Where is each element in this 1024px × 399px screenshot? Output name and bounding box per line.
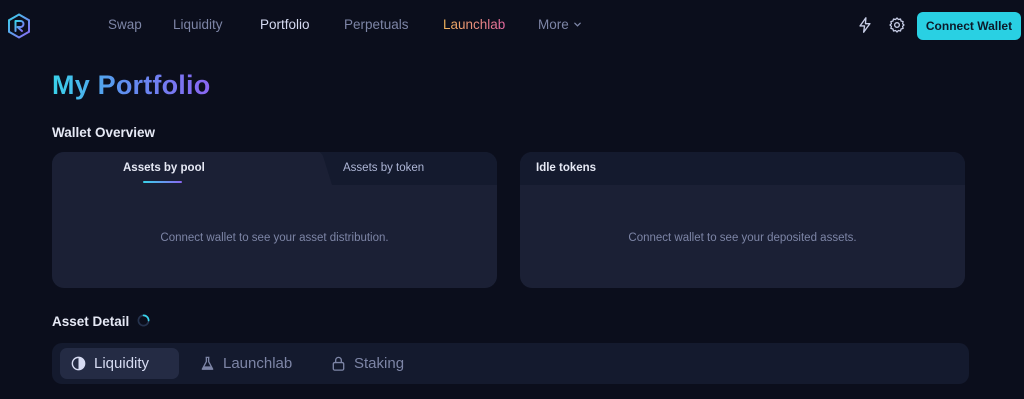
- nav-portfolio[interactable]: Portfolio: [260, 17, 310, 32]
- liquidity-icon: [71, 356, 86, 371]
- assets-empty-message: Connect wallet to see your asset distrib…: [160, 232, 389, 244]
- tab-launchlab-label: Launchlab: [223, 355, 293, 372]
- chevron-down-icon: [573, 22, 581, 27]
- asset-detail-title: Asset Detail: [52, 314, 130, 329]
- lock-icon: [332, 356, 345, 371]
- active-tab-indicator: [143, 181, 182, 183]
- wallet-overview-title: Wallet Overview: [52, 125, 156, 140]
- idle-tokens-title: Idle tokens: [536, 162, 597, 174]
- nav-more-label: More: [538, 17, 569, 32]
- portfolio-page: Swap Liquidity Portfolio Perpetuals Laun…: [0, 0, 1024, 399]
- tab-liquidity-label: Liquidity: [94, 355, 150, 372]
- lightning-icon[interactable]: [855, 15, 875, 35]
- nav-liquidity[interactable]: Liquidity: [173, 17, 223, 32]
- loading-spinner-icon: [137, 314, 150, 327]
- asset-detail-tabs: Liquidity Launchlab Staking: [52, 343, 969, 384]
- tab-liquidity[interactable]: Liquidity: [60, 348, 179, 379]
- tab-assets-by-token[interactable]: Assets by token: [343, 162, 424, 174]
- assets-card: Assets by pool Assets by token Connect w…: [52, 152, 497, 288]
- idle-empty-message: Connect wallet to see your deposited ass…: [628, 232, 857, 244]
- logo-icon[interactable]: [6, 13, 32, 39]
- nav-more[interactable]: More: [538, 17, 582, 32]
- tab-staking-label: Staking: [354, 355, 405, 372]
- nav-swap[interactable]: Swap: [108, 17, 142, 32]
- idle-tokens-header: Idle tokens: [520, 152, 965, 185]
- gear-icon[interactable]: [887, 15, 907, 35]
- tab-launchlab[interactable]: Launchlab: [189, 348, 302, 379]
- page-title: My Portfolio: [52, 70, 211, 100]
- connect-wallet-button[interactable]: Connect Wallet: [917, 12, 1021, 40]
- flask-icon: [201, 356, 214, 370]
- tab-assets-by-pool[interactable]: Assets by pool: [123, 162, 205, 174]
- active-tab-slant: [312, 152, 332, 185]
- nav-launchlab[interactable]: Launchlab: [443, 17, 505, 32]
- nav-perpetuals[interactable]: Perpetuals: [344, 17, 409, 32]
- tab-staking[interactable]: Staking: [320, 348, 414, 379]
- idle-tokens-card: Idle tokens Connect wallet to see your d…: [520, 152, 965, 288]
